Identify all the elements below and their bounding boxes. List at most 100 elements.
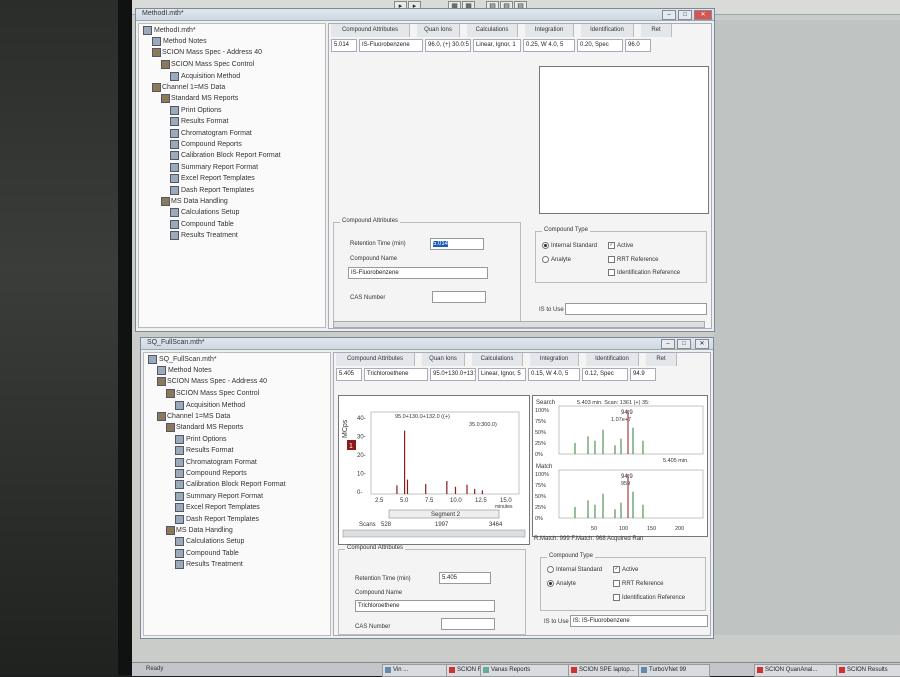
- analyte-radio[interactable]: Analyte: [542, 256, 571, 263]
- tree-item[interactable]: Compound Reports: [175, 469, 247, 478]
- tree-item[interactable]: Acquisition Method: [170, 71, 240, 81]
- tree-item[interactable]: Calibration Block Report Format: [170, 151, 281, 161]
- tree-item[interactable]: −MS Data Handling: [166, 525, 233, 535]
- column-header[interactable]: Integration: [530, 353, 579, 366]
- tree-item[interactable]: Method Notes: [157, 366, 212, 376]
- column-header[interactable]: Quan Ions: [417, 24, 460, 37]
- tree-item[interactable]: Results Treatment: [175, 560, 243, 570]
- taskbar-item[interactable]: SCION SPE laptop...: [568, 664, 648, 677]
- column-header[interactable]: Quan Ions: [422, 353, 465, 366]
- retention-time-input[interactable]: 5.014: [430, 238, 484, 250]
- tree-item[interactable]: Calibration Block Report Format: [175, 480, 286, 490]
- table-cell[interactable]: IS-Fluorobenzene: [359, 39, 423, 52]
- tree-item[interactable]: Print Options: [170, 105, 221, 115]
- column-header[interactable]: Compound Attributes: [336, 353, 415, 366]
- table-cell[interactable]: 0.20, Spec: [577, 39, 623, 52]
- taskbar-item[interactable]: SCION QuanAnal...: [754, 664, 844, 677]
- table-cell[interactable]: 0.25, W 4.0, 5: [523, 39, 575, 52]
- table-cell[interactable]: 0.15, W 4.0, 5: [528, 368, 580, 381]
- rrt-reference-checkbox[interactable]: RRT Reference: [608, 256, 658, 263]
- minimize-button[interactable]: –: [662, 10, 676, 20]
- tree-item[interactable]: −SCION Mass Spec Control: [166, 388, 259, 398]
- taskbar-item[interactable]: SCION Results: [836, 664, 900, 677]
- tree-item[interactable]: Results Treatment: [170, 231, 238, 241]
- table-cell[interactable]: 5.014: [331, 39, 357, 52]
- column-header[interactable]: Identification: [586, 353, 639, 366]
- table-cell[interactable]: 94.9: [630, 368, 656, 381]
- cas-number-input[interactable]: [432, 291, 486, 303]
- tree-item[interactable]: −SCION Mass Spec Control: [161, 59, 254, 69]
- taskbar-item[interactable]: Vanas Reports: [480, 664, 574, 677]
- compound-name-input[interactable]: IS-Fluorobenzene: [348, 267, 488, 279]
- internal-standard-radio[interactable]: Internal Standard: [542, 242, 597, 249]
- table-cell[interactable]: Linear, Ignor, 1: [473, 39, 521, 52]
- is-to-use-select[interactable]: [565, 303, 707, 315]
- tree-item[interactable]: Acquisition Method: [175, 400, 245, 410]
- compound-name-input[interactable]: Trichloroethene: [355, 600, 495, 612]
- tree-item[interactable]: Method Notes: [152, 37, 207, 47]
- tree-item[interactable]: Dash Report Templates: [170, 185, 254, 195]
- column-header[interactable]: Integration: [525, 24, 574, 37]
- column-header[interactable]: Ret: [641, 24, 672, 37]
- tree-item[interactable]: Results Format: [170, 117, 228, 127]
- tree-item[interactable]: −Standard MS Reports: [166, 422, 243, 432]
- table-cell[interactable]: 95.0+130.0+13:: [430, 368, 476, 381]
- tree-item[interactable]: Compound Table: [175, 548, 239, 558]
- tree-item[interactable]: Excel Report Templates: [170, 174, 255, 184]
- tree-item[interactable]: MethodI.mth*: [143, 26, 196, 35]
- window-titlebar[interactable]: MethodI.mth* – □ ✕: [136, 9, 714, 21]
- tree-item[interactable]: Compound Reports: [170, 140, 242, 149]
- close-button[interactable]: ✕: [695, 339, 709, 349]
- table-cell[interactable]: 0.12, Spec: [582, 368, 628, 381]
- minimize-button[interactable]: –: [661, 339, 675, 349]
- analyte-radio[interactable]: Analyte: [547, 580, 576, 587]
- active-checkbox[interactable]: ✓ Active: [613, 566, 638, 573]
- tree-item[interactable]: −Channel 1=MS Data: [157, 411, 230, 421]
- window-titlebar[interactable]: SQ_FullScan.mth* – □ ✕: [141, 338, 713, 350]
- close-button[interactable]: ✕: [694, 10, 712, 20]
- column-header[interactable]: Calculations: [467, 24, 518, 37]
- table-cell[interactable]: 96.0: [625, 39, 651, 52]
- maximize-button[interactable]: □: [678, 10, 692, 20]
- tree-item[interactable]: Calculations Setup: [175, 537, 244, 547]
- active-label: Active: [617, 243, 634, 250]
- column-header[interactable]: Compound Attributes: [331, 24, 410, 37]
- tree-item[interactable]: Chromatogram Format: [170, 128, 252, 138]
- column-header[interactable]: Ret: [646, 353, 677, 366]
- taskbar-item[interactable]: TurboVNet 99: [638, 664, 710, 677]
- tree-item[interactable]: −Standard MS Reports: [161, 93, 238, 103]
- tree-item[interactable]: SQ_FullScan.mth*: [148, 355, 217, 364]
- tree-item[interactable]: Chromatogram Format: [175, 457, 257, 467]
- table-cell[interactable]: Trichloroethene: [364, 368, 428, 381]
- active-checkbox[interactable]: ✓ Active: [608, 242, 633, 249]
- internal-standard-radio[interactable]: Internal Standard: [547, 566, 602, 573]
- tree-item[interactable]: Summary Report Format: [175, 491, 263, 501]
- radio-icon: [547, 580, 554, 587]
- tree-item[interactable]: Excel Report Templates: [175, 503, 260, 513]
- is-to-use-select[interactable]: IS: IS-Fluorobenzene: [570, 615, 708, 627]
- column-header[interactable]: Calculations: [472, 353, 523, 366]
- identification-reference-checkbox[interactable]: Identification Reference: [608, 269, 680, 276]
- horizontal-scrollbar[interactable]: [333, 321, 705, 328]
- tree-item[interactable]: Compound Table: [170, 219, 234, 229]
- rrt-reference-checkbox[interactable]: RRT Reference: [613, 580, 663, 587]
- retention-time-input[interactable]: 5.405: [439, 572, 491, 584]
- y-tick-label: 0-: [357, 490, 362, 496]
- tree-item[interactable]: Dash Report Templates: [175, 514, 259, 524]
- tree-item[interactable]: Results Format: [175, 446, 233, 456]
- tree-item[interactable]: −SCION Mass Spec - Address 40: [152, 48, 262, 58]
- tree-item[interactable]: Print Options: [175, 434, 226, 444]
- table-cell[interactable]: Linear, Ignor, 5: [478, 368, 526, 381]
- tree-item[interactable]: −SCION Mass Spec - Address 40: [157, 377, 267, 387]
- column-header[interactable]: Identification: [581, 24, 634, 37]
- tree-item[interactable]: −Channel 1=MS Data: [152, 82, 225, 92]
- tree-item[interactable]: Summary Report Format: [170, 162, 258, 172]
- cas-number-input[interactable]: [441, 618, 495, 630]
- taskbar-item[interactable]: Vin ...: [382, 664, 456, 677]
- tree-item[interactable]: Calculations Setup: [170, 208, 239, 218]
- identification-reference-checkbox[interactable]: Identification Reference: [613, 594, 685, 601]
- tree-item[interactable]: −MS Data Handling: [161, 196, 228, 206]
- table-cell[interactable]: 5.405: [336, 368, 362, 381]
- table-cell[interactable]: 96.0, (+) 30.0:5: [425, 39, 471, 52]
- maximize-button[interactable]: □: [677, 339, 691, 349]
